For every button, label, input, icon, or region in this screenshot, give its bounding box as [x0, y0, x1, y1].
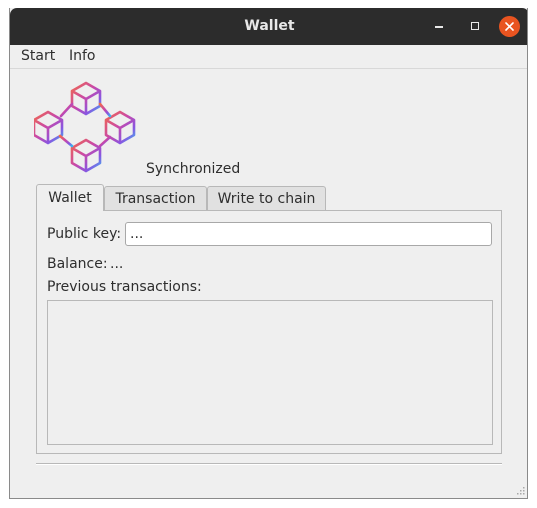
status-separator	[36, 463, 502, 465]
minimize-button[interactable]	[429, 16, 450, 37]
close-icon	[505, 22, 514, 31]
wallet-tab-panel: Public key: Balance: ... Previous transa…	[36, 210, 502, 454]
balance-label: Balance:	[47, 256, 108, 272]
title-bar[interactable]: Wallet	[10, 8, 527, 45]
menu-bar: Start Info	[10, 45, 527, 69]
menu-info[interactable]: Info	[69, 48, 96, 64]
wallet-window: Wallet Start Info Synchronized Wallet Tr…	[9, 8, 528, 499]
menu-start[interactable]: Start	[21, 48, 55, 64]
previous-transactions-label: Previous transactions:	[47, 279, 202, 295]
blockchain-cubes-icon	[34, 81, 136, 173]
public-key-field[interactable]	[125, 222, 492, 246]
close-button[interactable]	[499, 16, 520, 37]
resize-grip-icon[interactable]	[515, 485, 525, 495]
tab-write-to-chain[interactable]: Write to chain	[207, 186, 326, 210]
window-title: Wallet	[244, 18, 295, 34]
minimize-icon	[435, 26, 443, 28]
maximize-button[interactable]	[465, 16, 486, 37]
tab-wallet[interactable]: Wallet	[36, 184, 104, 211]
tab-transaction[interactable]: Transaction	[104, 186, 207, 210]
public-key-label: Public key:	[47, 226, 122, 242]
maximize-icon	[471, 22, 479, 30]
previous-transactions-list[interactable]	[47, 300, 493, 445]
balance-value: ...	[110, 256, 124, 272]
sync-status: Synchronized	[146, 161, 241, 177]
